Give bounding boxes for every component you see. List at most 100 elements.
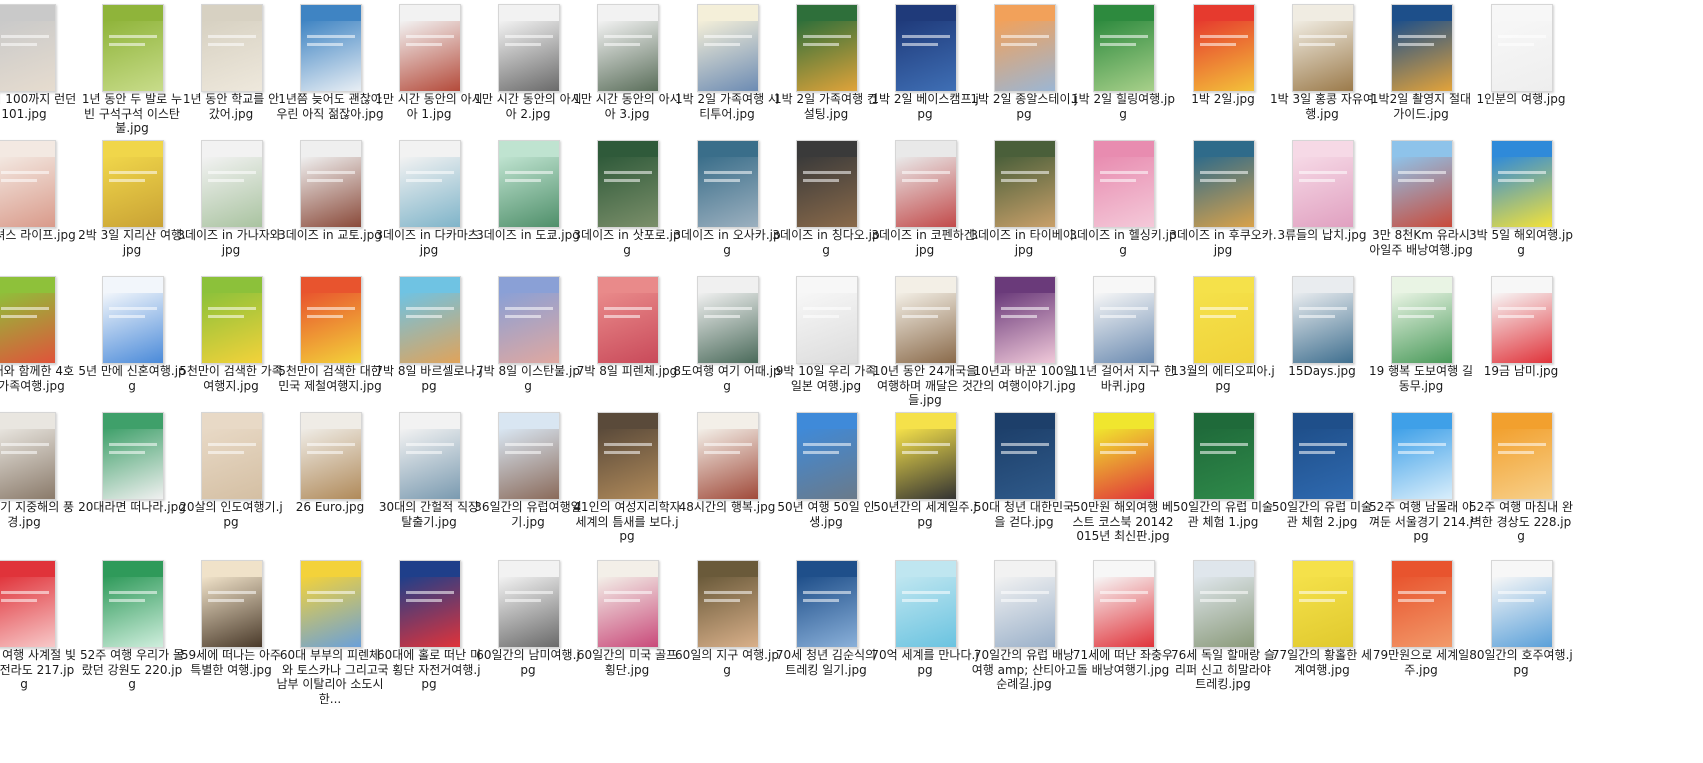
file-item[interactable]: 1만 시간 동안의 아시아 3.jpg: [573, 0, 681, 150]
file-item[interactable]: 79만원으로 세계일주.jpg: [1367, 556, 1475, 706]
file-thumbnail: [697, 412, 759, 500]
file-item[interactable]: 60일간의 미국 골프횡단.jpg: [573, 556, 681, 706]
file-item[interactable]: 60일의 지구 여행.jpg: [673, 556, 781, 706]
file-thumbnail: [697, 140, 759, 228]
file-name: 70일간의 유럽 배낭여행 amp; 산티아고 순례길.jpg: [971, 648, 1077, 691]
file-thumbnail: [300, 140, 362, 228]
file-item[interactable]: 50년간의 세계일주.jpg: [871, 408, 979, 558]
file-item[interactable]: 1박 2일 가족여행 시티투어.jpg: [673, 0, 781, 150]
file-item[interactable]: 3데이즈 in 헬싱키.jpg: [1069, 136, 1177, 286]
file-item[interactable]: 70억 세계를 만나다.jpg: [871, 556, 979, 706]
file-thumbnail: [399, 560, 461, 648]
file-name: 52주 여행 사계절 빛나는 전라도 217.jpg: [0, 648, 76, 691]
file-item[interactable]: 3류들의 납치.jpg: [1268, 136, 1376, 286]
file-item[interactable]: 7박 8일 피렌체.jpg: [573, 272, 681, 422]
file-item[interactable]: 50년 여행 50일 인생.jpg: [772, 408, 880, 558]
file-item[interactable]: 1만 시간 동안의 아시아 1.jpg: [375, 0, 483, 150]
file-item[interactable]: 1박 2일.jpg: [1169, 0, 1277, 150]
file-item[interactable]: 10년 동안 24개국을 여행하며 깨달은 것들.jpg: [871, 272, 979, 422]
file-item[interactable]: 9박 10일 우리 가족 일본 여행.jpg: [772, 272, 880, 422]
file-name: 36일간의 유럽여행일기.jpg: [474, 500, 582, 529]
file-item[interactable]: 3데이즈 in 코펜하겐.jpg: [871, 136, 979, 286]
file-name: 76세 독일 할매랑 슬리퍼 신고 히말라야 트레킹.jpg: [1171, 648, 1275, 691]
file-item[interactable]: 1년 동안 학교를 안 갔어.jpg: [177, 0, 285, 150]
file-item[interactable]: 19 행복 도보여행 길 동무.jpg: [1367, 272, 1475, 422]
file-item[interactable]: 0부터 100까지 런던 101.jpg: [0, 0, 78, 150]
file-item[interactable]: 52주 여행 우리가 몰랐던 강원도 220.jpg: [78, 556, 186, 706]
file-thumbnail: [597, 560, 659, 648]
file-item[interactable]: 52주 여행 남몰래 아껴둔 서울경기 214.jpg: [1367, 408, 1475, 558]
file-item[interactable]: 3박 5일 해외여행.jpg: [1467, 136, 1575, 286]
file-item[interactable]: 3데이즈 in 교토.jpg: [276, 136, 384, 286]
file-item[interactable]: 77일간의 황홀한 세계여행.jpg: [1268, 556, 1376, 706]
file-item[interactable]: 50대 청년 대한민국을 걷다.jpg: [970, 408, 1078, 558]
file-name: 1만 시간 동안의 아시아 3.jpg: [573, 92, 681, 121]
file-item[interactable]: 5천만이 검색한 가족여행지.jpg: [177, 272, 285, 422]
file-item[interactable]: 1박2일 촬영지 절대가이드.jpg: [1367, 0, 1475, 150]
file-item[interactable]: 3데이즈 in 가나자와.jpg: [177, 136, 285, 286]
file-item[interactable]: 80일간의 호주여행.jpg: [1467, 556, 1575, 706]
file-item[interactable]: 5년 만에 신혼여행.jpg: [78, 272, 186, 422]
file-item[interactable]: 50일간의 유럽 미술관 체험 2.jpg: [1268, 408, 1376, 558]
file-item[interactable]: 10년과 바꾼 100일간의 여행이야기.jpg: [970, 272, 1078, 422]
file-item[interactable]: 48시간의 행복.jpg: [673, 408, 781, 558]
file-name: 3데이즈 in 도쿄.jpg: [476, 228, 580, 242]
file-name: 60일의 지구 여행.jpg: [675, 648, 779, 677]
file-item[interactable]: 1년 동안 두 발로 누빈 구석구석 이스탄불.jpg: [78, 0, 186, 150]
file-item[interactable]: 11년 걸어서 지구 한 바퀴.jpg: [1069, 272, 1177, 422]
file-item[interactable]: 19세기 지중해의 풍경.jpg: [0, 408, 78, 558]
file-thumbnail: [102, 4, 164, 92]
file-item[interactable]: 1박 2일 가족여행 컨설팅.jpg: [772, 0, 880, 150]
file-item[interactable]: 1년쯤 늦어도 괜찮아 우린 아직 젊잖아.jpg: [276, 0, 384, 150]
file-thumbnail: [0, 4, 56, 92]
file-item[interactable]: 8도여행 여기 어때.jpg: [673, 272, 781, 422]
file-item[interactable]: 3데이즈 in 타이베이.jpg: [970, 136, 1078, 286]
file-item[interactable]: 3데이즈 in 다카마츠.jpg: [375, 136, 483, 286]
file-item[interactable]: 1박 2일 베이스캠프.jpg: [871, 0, 979, 150]
file-name: 1년 동안 학교를 안 갔어.jpg: [182, 92, 280, 121]
file-item[interactable]: 7박 8일 바르셀로나.jpg: [375, 272, 483, 422]
file-item[interactable]: 4남매와 함께한 4호주 가족여행.jpg: [0, 272, 78, 422]
file-item[interactable]: 1만 시간 동안의 아시아 2.jpg: [474, 0, 582, 150]
file-item[interactable]: 1박 3일 홍콩 자유여행.jpg: [1268, 0, 1376, 150]
file-item[interactable]: 30대의 간헐적 직장 탈출기.jpg: [375, 408, 483, 558]
file-item[interactable]: 3데이즈 in 삿포로.jpg: [573, 136, 681, 286]
file-item[interactable]: 3데이즈 in 후쿠오카.jpg: [1169, 136, 1277, 286]
file-name: 52주 여행 우리가 몰랐던 강원도 220.jpg: [80, 648, 184, 691]
file-item[interactable]: 1인분의 여행.jpg: [1467, 0, 1575, 150]
file-item[interactable]: 19금 남미.jpg: [1467, 272, 1575, 422]
file-item[interactable]: 13월의 에티오피아.jpg: [1169, 272, 1277, 422]
file-item[interactable]: 60대에 홀로 떠난 미국 횡단 자전거여행.jpg: [375, 556, 483, 706]
file-item[interactable]: 20대라면 떠나라.jpg: [78, 408, 186, 558]
file-item[interactable]: 3데이즈 in 도쿄.jpg: [474, 136, 582, 286]
file-item[interactable]: 15Days.jpg: [1268, 272, 1376, 422]
file-item[interactable]: 7박 8일 이스탄불.jpg: [474, 272, 582, 422]
file-item[interactable]: 1박 2일 종알스테이.jpg: [970, 0, 1078, 150]
file-item[interactable]: 52주 여행 사계절 빛나는 전라도 217.jpg: [0, 556, 78, 706]
file-item[interactable]: 딜리셔스 라이프.jpg: [0, 136, 78, 286]
file-item[interactable]: 60일간의 남미여행.jpg: [474, 556, 582, 706]
file-thumbnail: [1391, 140, 1453, 228]
file-item[interactable]: 50만원 해외여행 베스트 코스북 20142015년 최신판.jpg: [1069, 408, 1177, 558]
file-item[interactable]: 3만 8천Km 유라시아일주 배낭여행.jpg: [1367, 136, 1475, 286]
file-item[interactable]: 52주 여행 마침내 완벽한 경상도 228.jpg: [1467, 408, 1575, 558]
file-item[interactable]: 3데이즈 in 오사카.jpg: [673, 136, 781, 286]
file-item[interactable]: 2박 3일 지리산 여행.jpg: [78, 136, 186, 286]
file-item[interactable]: 70세 청년 김순식의 트레킹 일기.jpg: [772, 556, 880, 706]
file-thumbnail: [895, 412, 957, 500]
file-item[interactable]: 70일간의 유럽 배낭여행 amp; 산티아고 순례길.jpg: [970, 556, 1078, 706]
file-name: 70억 세계를 만나다.jpg: [871, 648, 979, 677]
file-item[interactable]: 59세에 떠나는 아주 특별한 여행.jpg: [177, 556, 285, 706]
file-item[interactable]: 36일간의 유럽여행일기.jpg: [474, 408, 582, 558]
file-item[interactable]: 60대 부부의 피렌체와 토스카나 그리고 남부 이탈리아 소도시 한...: [276, 556, 384, 706]
file-item[interactable]: 20살의 인도여행기.jpg: [177, 408, 285, 558]
file-item[interactable]: 41인의 여성지리학자 세계의 틈새를 보다.jpg: [573, 408, 681, 558]
file-item[interactable]: 50일간의 유럽 미술관 체험 1.jpg: [1169, 408, 1277, 558]
file-item[interactable]: 3데이즈 in 칭다오.jpg: [772, 136, 880, 286]
file-item[interactable]: 71세에 떠난 좌충우돌 배낭여행기.jpg: [1069, 556, 1177, 706]
file-item[interactable]: 76세 독일 할매랑 슬리퍼 신고 히말라야 트레킹.jpg: [1169, 556, 1277, 706]
file-thumbnail: [1193, 560, 1255, 648]
file-item[interactable]: 5천만이 검색한 대한민국 제철여행지.jpg: [276, 272, 384, 422]
file-item[interactable]: 26 Euro.jpg: [276, 408, 384, 558]
file-item[interactable]: 1박 2일 힐링여행.jpg: [1069, 0, 1177, 150]
